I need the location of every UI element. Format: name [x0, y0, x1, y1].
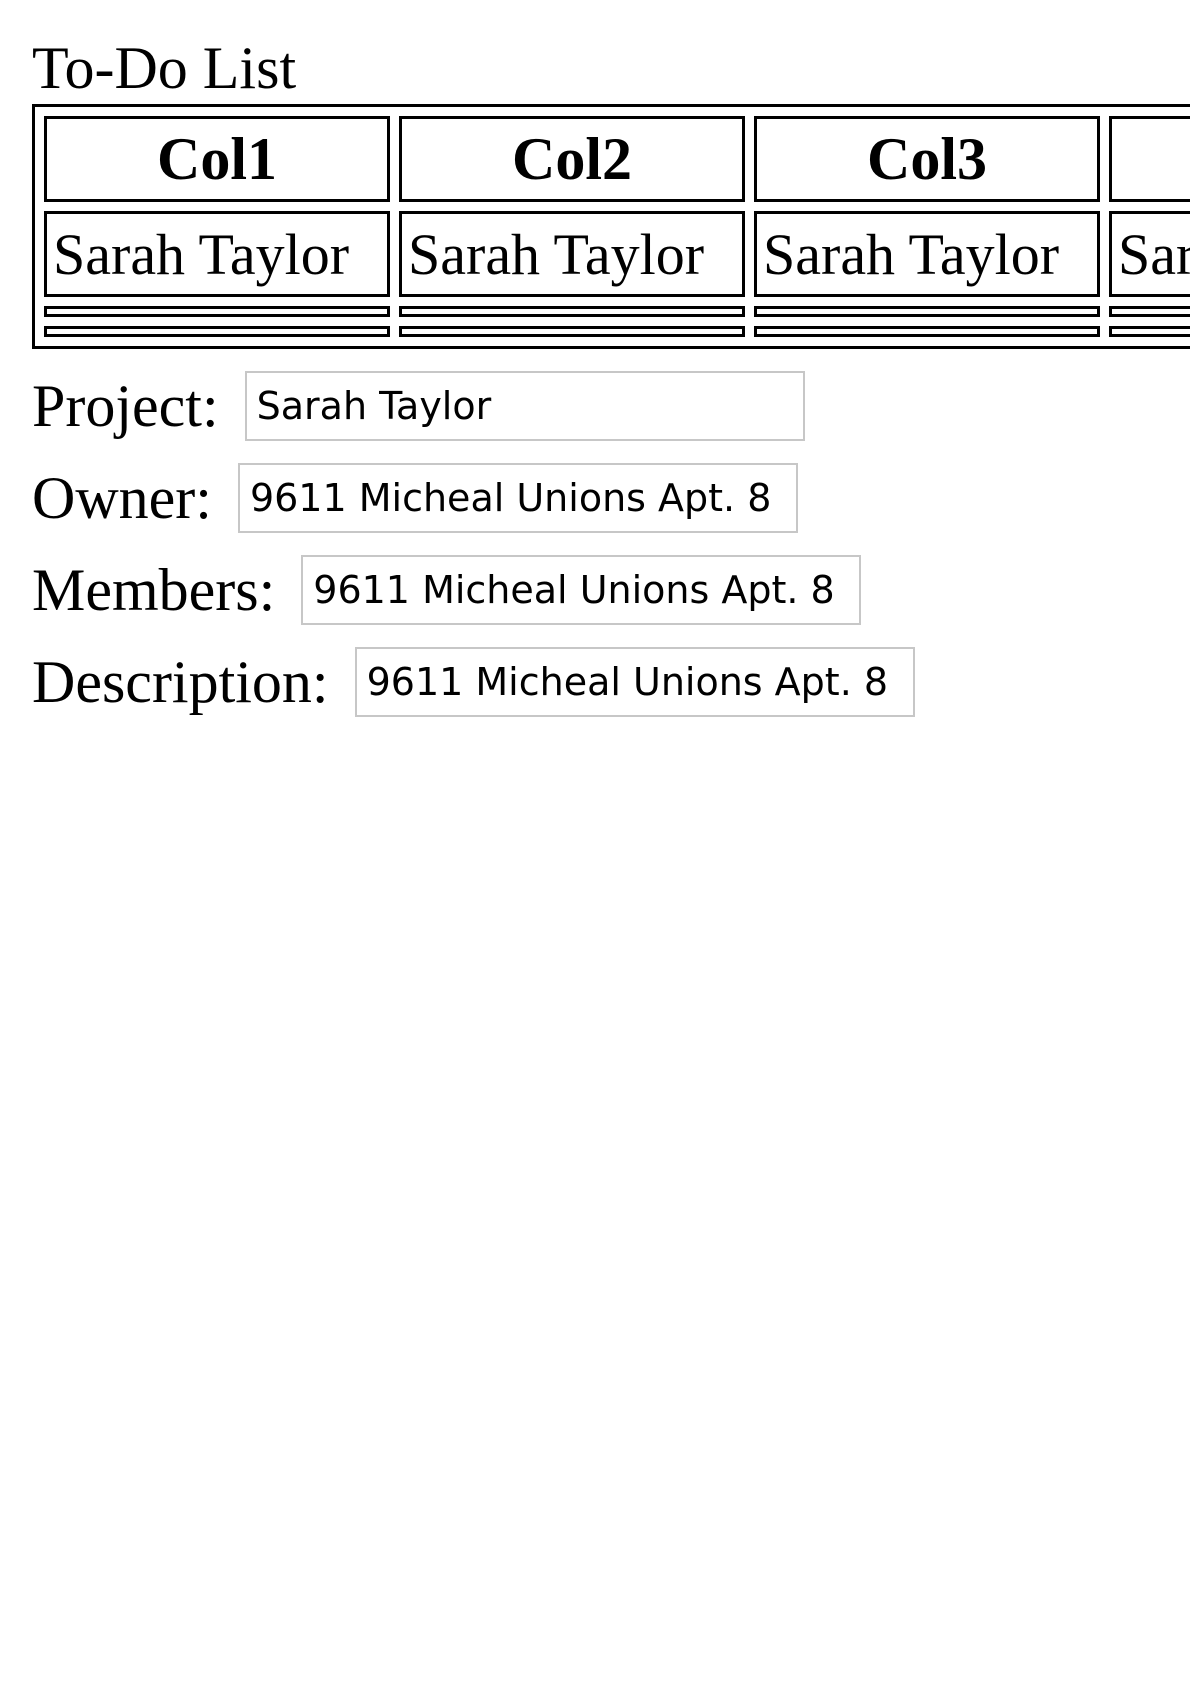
table-cell [754, 326, 1100, 337]
table-cell [754, 306, 1100, 317]
table-cell [399, 326, 745, 337]
table-cell: Sarah Taylor [44, 211, 390, 297]
table-header-row: Col1 Col2 Col3 [44, 116, 1190, 202]
column-header: Col3 [754, 116, 1100, 202]
table-cell [399, 306, 745, 317]
column-header [1109, 116, 1190, 202]
owner-input[interactable] [237, 463, 798, 533]
members-row: Members: [32, 553, 862, 627]
table-cell: Sarah Taylor [754, 211, 1100, 297]
column-header: Col2 [399, 116, 745, 202]
description-row: Description: [32, 645, 915, 719]
project-input[interactable] [244, 371, 805, 441]
table-cell [1109, 306, 1190, 317]
table-cell: Sarah Taylor [399, 211, 745, 297]
project-label: Project: [32, 372, 219, 439]
todo-table-container: Col1 Col2 Col3 Sarah Taylor Sarah Taylor… [32, 104, 1190, 360]
column-header: Col1 [44, 116, 390, 202]
table-cell [44, 306, 390, 317]
todo-table: Col1 Col2 Col3 Sarah Taylor Sarah Taylor… [32, 104, 1190, 349]
table-cell: Sarah Taylor [1109, 211, 1190, 297]
table-cell [44, 326, 390, 337]
description-input[interactable] [354, 647, 915, 717]
table-row [44, 326, 1190, 337]
table-row: Sarah Taylor Sarah Taylor Sarah Taylor S… [44, 211, 1190, 297]
table-cell [1109, 326, 1190, 337]
owner-row: Owner: [32, 461, 798, 535]
owner-label: Owner: [32, 464, 212, 531]
page-title: To-Do List [32, 35, 297, 101]
members-input[interactable] [301, 555, 862, 625]
description-label: Description: [32, 648, 329, 715]
members-label: Members: [32, 556, 276, 623]
table-row [44, 306, 1190, 317]
project-row: Project: [32, 369, 805, 443]
